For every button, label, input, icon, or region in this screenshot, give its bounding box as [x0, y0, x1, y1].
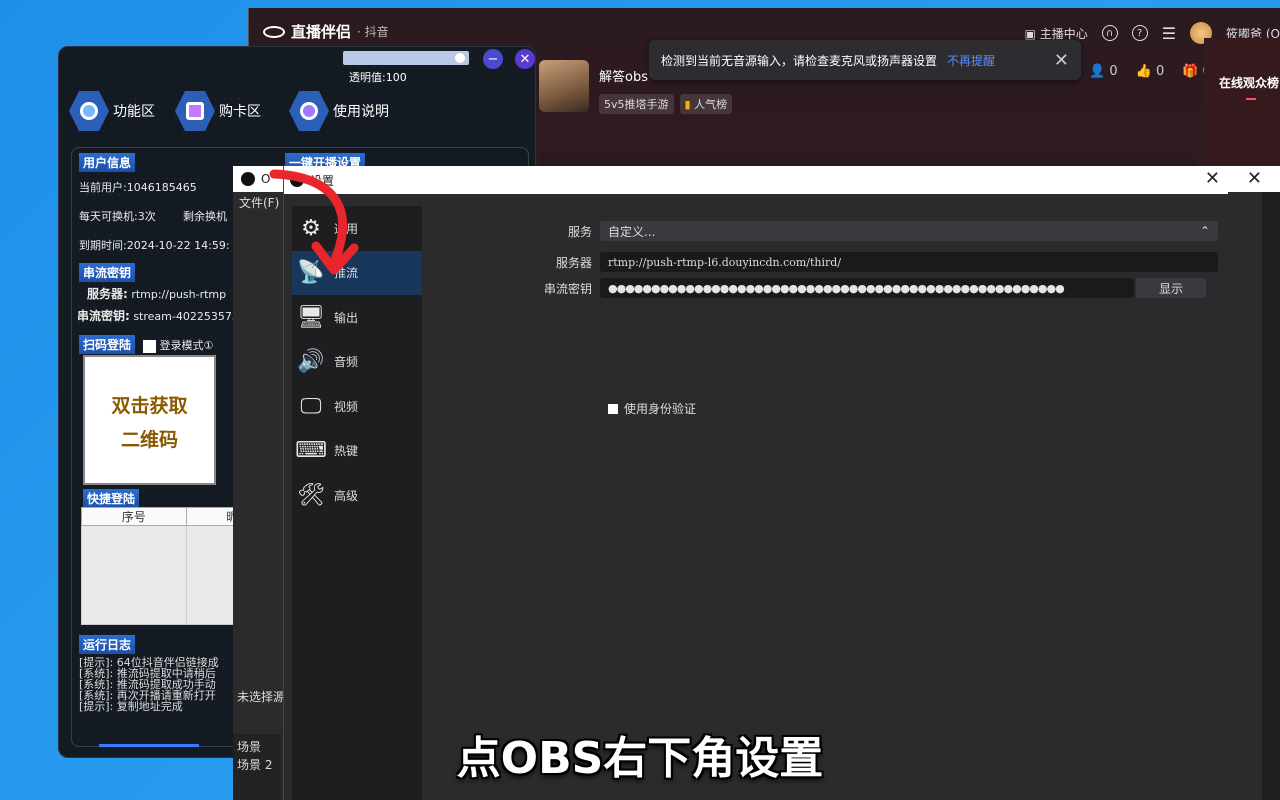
sidebar-item-label: 输出 [334, 310, 359, 325]
quick-login-title: 快捷登陆 [83, 489, 140, 508]
stat-users: 👤 0 [1089, 64, 1118, 79]
scan-title: 扫码登陆 [79, 335, 136, 354]
login-mode-checkbox[interactable] [143, 339, 156, 353]
close-icon[interactable]: ✕ [1054, 50, 1069, 71]
room-stats: 👤 0 👍 0 🎁 0 [1089, 64, 1211, 79]
settings-sidebar: ⚙ 通用 📡 推流 🖥 输出 🔊 音频 🖵 视频 ⌨ 热键 🛠 高级 [292, 206, 422, 800]
daily-limit: 每天可换机:3次 [79, 210, 156, 223]
close-icon[interactable]: ✕ [515, 49, 535, 69]
tools-icon: 🛠 [297, 482, 325, 508]
card-icon [175, 91, 215, 131]
current-user: 当前用户:1046185465 [79, 181, 197, 194]
function-icon [69, 91, 109, 131]
keyboard-icon: ⌨ [295, 438, 327, 464]
notice-text: 检测到当前无音源输入，请检查麦克风或扬声器设置 [661, 53, 938, 68]
service-row: 服务 自定义... ⌃ [434, 220, 1218, 242]
user-info-title: 用户信息 [79, 153, 136, 172]
server-label: 服务器 [555, 255, 592, 270]
red-arrow-annotation [269, 169, 359, 275]
tag-category[interactable]: 5v5推塔手游 [599, 94, 674, 114]
nav-function[interactable]: 功能区 [69, 91, 155, 131]
sidebar-item-keyboard[interactable]: ⌨ 热键 [292, 429, 422, 474]
sidebar-item-label: 音频 [334, 355, 359, 370]
menu-icon[interactable]: ☰ [1162, 24, 1176, 43]
viewers-panel: 在线观众榜 [1204, 38, 1280, 168]
douyin-logo: 直播伴侣 · 抖音 [263, 21, 389, 42]
sidebar-item-label: 高级 [334, 488, 359, 503]
minimize-icon[interactable]: − [483, 49, 503, 69]
help-icon[interactable]: ? [1131, 25, 1148, 41]
server-row: 服务器 rtmp://push-rtmp-l6.douyincdn.com/th… [434, 251, 1218, 273]
dont-remind-link[interactable]: 不再提醒 [947, 52, 995, 69]
app-sub: · 抖音 [357, 25, 389, 39]
logo-ring-icon [263, 25, 285, 38]
key-row: 串流密钥 ●●●●●●●●●●●●●●●●●●●●●●●●●●●●●●●●●●●… [434, 277, 1218, 299]
remaining: 剩余换机 [183, 210, 227, 223]
qr-line2: 二维码 [120, 429, 178, 451]
use-auth-label: 使用身份验证 [624, 402, 697, 416]
nav-buy-card[interactable]: 购卡区 [175, 91, 261, 131]
server-input[interactable]: rtmp://push-rtmp-l6.douyincdn.com/third/ [600, 252, 1218, 272]
output-icon: 🖥 [297, 304, 325, 330]
log-list: [提示]: 64位抖音伴侣链接成 [系统]: 推流码提取中请稍后 [系统]: 推… [79, 657, 219, 712]
log-line: [提示]: 复制地址完成 [79, 700, 183, 713]
obs-logo-icon [241, 172, 255, 186]
checkbox-box[interactable] [608, 403, 618, 414]
gear-icon [289, 91, 329, 131]
qr-code-box[interactable]: 双击获取 二维码 [83, 355, 216, 485]
opacity-slider[interactable] [343, 51, 469, 65]
room-title: 解答obs [599, 70, 648, 85]
sidebar-item-output[interactable]: 🖥 输出 [292, 295, 422, 340]
tag-popularity[interactable]: ▮ 人气榜 [679, 94, 733, 114]
sidebar-item-label: 视频 [334, 399, 359, 414]
obs-right-strip [1262, 192, 1280, 800]
video-caption: 点OBS右下角设置 [456, 733, 824, 784]
viewers-underline [1246, 98, 1256, 100]
service-label: 服务 [567, 224, 592, 239]
audio-warning-toast: 检测到当前无音源输入，请检查麦克风或扬声器设置 不再提醒 ✕ [649, 40, 1081, 80]
sidebar-item-tools[interactable]: 🛠 高级 [292, 473, 422, 518]
sidebar-item-speaker[interactable]: 🔊 音频 [292, 340, 422, 385]
host-center-link[interactable]: ▣ 主播中心 [1025, 25, 1088, 42]
monitor-icon: 🖵 [300, 393, 322, 419]
login-mode[interactable]: 登录模式① [143, 337, 213, 353]
settings-titlebar: 设置 [284, 166, 1228, 194]
stat-likes: 👍 0 [1135, 64, 1165, 79]
server-row: 服务器: rtmp://push-rtmp [87, 287, 227, 301]
key-row: 串流密钥: stream-402253575 [77, 309, 239, 323]
log-title: 运行日志 [79, 635, 136, 654]
col-index: 序号 [81, 507, 187, 526]
chevron-updown-icon: ⌃ [1199, 224, 1210, 238]
nav-help[interactable]: 使用说明 [289, 91, 389, 131]
app-name: 直播伴侣 [291, 23, 352, 41]
opacity-label: 透明值:100 [349, 71, 407, 84]
no-source-label: 未选择源 [237, 690, 286, 704]
close-icon[interactable]: ✕ [1205, 168, 1220, 189]
bar-chart-icon: ▮ [684, 98, 691, 111]
stream-key-title: 串流密钥 [79, 263, 136, 282]
key-label: 串流密钥 [543, 281, 592, 296]
sidebar-item-label: 热键 [334, 444, 359, 459]
viewers-label: 在线观众榜 [1219, 76, 1280, 90]
room-thumbnail [539, 60, 589, 112]
headset-icon[interactable]: ∩ [1101, 25, 1118, 41]
room-tags: 5v5推塔手游 ▮ 人气榜 [599, 94, 733, 114]
obs-settings-dialog: 设置 ✕ ⚙ 通用 📡 推流 🖥 输出 🔊 音频 🖵 视频 ⌨ 热键 🛠 高级 服务 自定义... ⌃ 服务… [283, 166, 1228, 800]
expire-time: 到期时间:2024-10-22 14:59: [79, 239, 230, 252]
sidebar-item-monitor[interactable]: 🖵 视频 [292, 384, 422, 429]
use-auth-checkbox[interactable]: 使用身份验证 [608, 400, 696, 417]
show-key-button[interactable]: 显示 [1136, 278, 1206, 298]
close-icon[interactable]: ✕ [1247, 168, 1262, 189]
service-select[interactable]: 自定义... ⌃ [600, 221, 1218, 241]
speaker-icon: 🔊 [297, 349, 325, 375]
stream-key-input[interactable]: ●●●●●●●●●●●●●●●●●●●●●●●●●●●●●●●●●●●●●●●●… [600, 278, 1134, 298]
qr-line1: 双击获取 [111, 395, 188, 417]
